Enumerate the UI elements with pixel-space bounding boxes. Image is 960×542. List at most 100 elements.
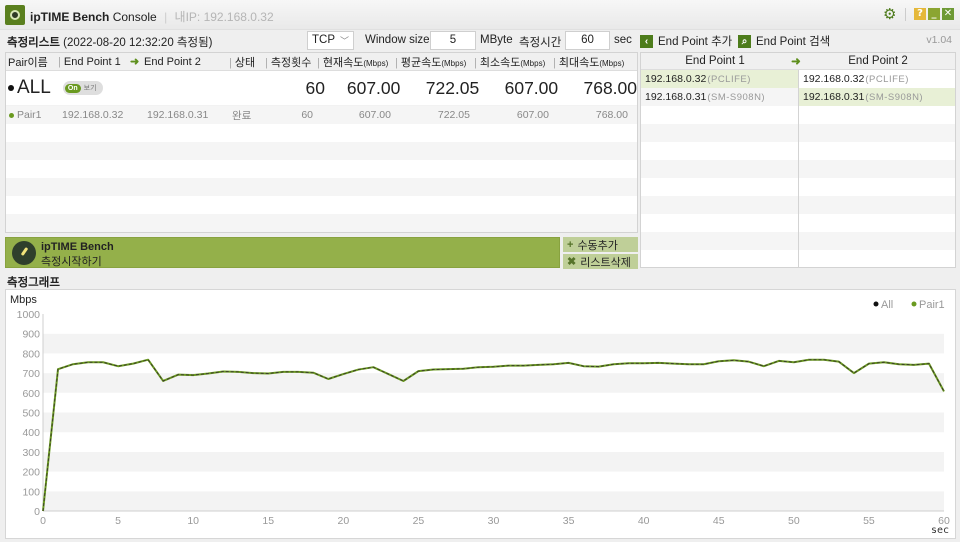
unit-label: (Mbps) [441, 58, 467, 68]
endpoint-ip: 192.168.0.32 [803, 73, 865, 85]
app-name-rest: Console [112, 10, 157, 24]
col-max-label: 최대속도 [558, 56, 600, 69]
pair-current: 607.00 [358, 109, 391, 121]
endpoint-item[interactable]: 192.168.0.31 (SM-S908N) [799, 88, 955, 106]
all-name: ALL [6, 77, 61, 99]
duration-input[interactable]: 60 [565, 31, 610, 50]
endpoint-host: (SM-S908N) [865, 91, 924, 103]
empty-row [6, 160, 637, 178]
grid-band [43, 471, 944, 492]
col-status: 상태 [227, 54, 263, 70]
empty-row [6, 214, 637, 232]
endpoint-item[interactable]: 192.168.0.31 (SM-S908N) [641, 88, 798, 106]
legend-marker [911, 301, 917, 307]
empty-row [6, 178, 637, 196]
x-tick-label: 15 [262, 515, 274, 527]
plus-icon: + [567, 238, 574, 251]
search-endpoint-button[interactable]: ⌕ End Point 검색 [738, 33, 830, 49]
help-icon[interactable]: ? [914, 8, 926, 20]
empty-row [799, 232, 955, 250]
y-tick-label: 700 [22, 368, 40, 380]
empty-row [799, 178, 955, 196]
legend-label-all: All [881, 299, 893, 311]
toolbar: 측정리스트 (2022-08-20 12:32:20 측정됨) TCP ﹀ Wi… [0, 30, 960, 52]
gauge-icon [12, 241, 36, 265]
view-toggle-cell: On 보기 [61, 81, 121, 95]
col-count: 측정횟수 [263, 54, 315, 70]
endpoint-list-2: 192.168.0.32 (PCLIFE) 192.168.0.31 (SM-S908… [798, 70, 955, 267]
empty-row [799, 214, 955, 232]
endpoint-ip: 192.168.0.32 [645, 73, 707, 85]
protocol-value: TCP [312, 34, 335, 46]
protocol-select[interactable]: TCP ﹀ [307, 31, 354, 50]
duration-label: 측정시간 [519, 37, 562, 49]
x-tick-label: 35 [563, 515, 575, 527]
y-tick-label: 600 [22, 388, 40, 400]
empty-row [641, 124, 798, 142]
y-tick-label: 400 [22, 427, 40, 439]
col-current-label: 현재속도 [322, 56, 364, 69]
unit-label: (Mbps) [599, 58, 625, 68]
delete-list-button[interactable]: ✖ 리스트삭제 [563, 254, 638, 269]
x-axis-label: sec [931, 525, 949, 536]
y-tick-label: 800 [22, 348, 40, 360]
endpoint-columns: 192.168.0.32 (PCLIFE) 192.168.0.31 (SM-S908… [641, 70, 955, 267]
app-title: ipTIME Bench Console | 내IP: 192.168.0.32 [30, 8, 274, 25]
endpoint-item[interactable]: 192.168.0.32 (PCLIFE) [799, 70, 955, 88]
window-size-input[interactable]: 5 [430, 31, 476, 50]
arrow-right-icon: ➜ [130, 56, 140, 68]
chevron-down-icon: ﹀ [339, 36, 349, 46]
y-tick-label: 200 [22, 467, 40, 479]
y-tick-label: 500 [22, 408, 40, 420]
unit-label: (Mbps) [363, 58, 389, 68]
grid-band [43, 392, 944, 413]
start-measurement-button[interactable]: ipTIME Bench 측정시작하기 [5, 237, 560, 268]
col-ep2: End Point 2 [144, 55, 201, 68]
col-current: 현재속도(Mbps) [315, 54, 393, 70]
list-title-label: 측정리스트 [7, 37, 60, 49]
manual-add-label: 수동추가 [577, 239, 618, 252]
x-tick-label: 0 [40, 515, 46, 527]
minimize-icon[interactable]: _ [928, 8, 940, 20]
grid-band [43, 432, 944, 452]
view-toggle[interactable]: On 보기 [62, 81, 103, 95]
ep-col2-header: End Point 2 [848, 55, 908, 67]
chevron-left-icon: ‹ [640, 34, 653, 48]
grid-band [43, 412, 944, 433]
window-size-label: Window size [365, 34, 430, 46]
empty-row [799, 250, 955, 267]
endpoint-host: (PCLIFE) [865, 73, 909, 85]
grid-band [43, 314, 944, 334]
manual-add-button[interactable]: + 수동추가 [563, 237, 638, 252]
col-min: 최소속도(Mbps) [472, 54, 551, 70]
close-icon[interactable]: ✕ [942, 8, 954, 20]
app-logo-icon [5, 5, 25, 25]
col-average: 평균속도(Mbps) [393, 54, 472, 70]
app-name-bold: ipTIME Bench [30, 10, 110, 24]
legend-label-pair1: Pair1 [919, 299, 945, 311]
add-endpoint-button[interactable]: ‹ End Point 추가 [640, 33, 732, 49]
empty-row [641, 106, 798, 124]
pair-name-label: Pair1 [17, 109, 42, 121]
window-size-unit: MByte [480, 34, 513, 46]
endpoint-item[interactable]: 192.168.0.32 (PCLIFE) [641, 70, 798, 88]
table-row[interactable]: Pair1 192.168.0.32 192.168.0.31 완료 60 60… [6, 106, 637, 124]
x-tick-label: 10 [187, 515, 199, 527]
arrow-right-icon: ➜ [791, 56, 801, 68]
all-max: 768.00 [583, 77, 638, 98]
grid-band [43, 373, 944, 393]
all-min: 607.00 [504, 77, 559, 98]
empty-row [799, 124, 955, 142]
legend-marker [873, 301, 879, 307]
list-header: Pair이름 End Point 1 ➜ End Point 2 상태 측정횟수… [6, 53, 637, 71]
gear-icon[interactable]: ⚙ [883, 7, 897, 22]
all-count: 60 [305, 77, 325, 98]
pair-ep1: 192.168.0.32 [62, 109, 124, 121]
window-controls: ⚙ ? _ ✕ [883, 7, 954, 22]
grid-band [43, 491, 944, 511]
empty-row [641, 160, 798, 178]
empty-row [799, 106, 955, 124]
app-window: ipTIME Bench Console | 내IP: 192.168.0.32… [0, 0, 960, 542]
empty-row [641, 142, 798, 160]
all-row[interactable]: ALL On 보기 60 607.00 722.05 607.00 768.00 [6, 71, 637, 106]
